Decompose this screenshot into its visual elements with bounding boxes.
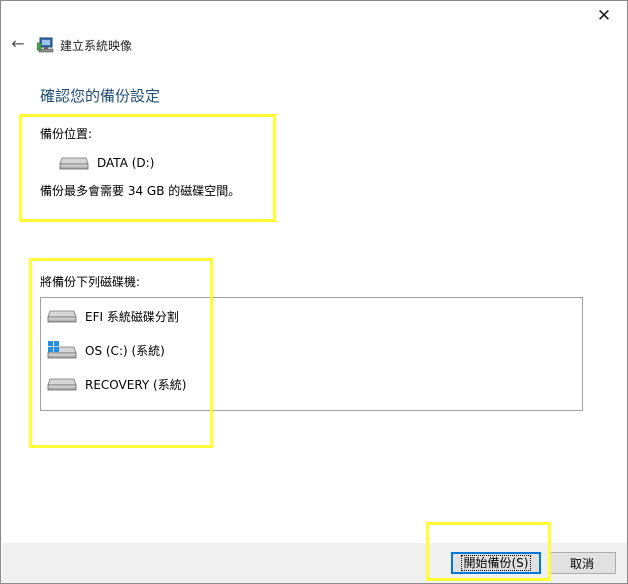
window-title: 建立系統映像 [60, 39, 133, 53]
highlight-backup-location [19, 114, 276, 222]
close-icon: ✕ [596, 6, 612, 26]
system-image-icon [37, 37, 54, 53]
back-button[interactable]: ← [9, 35, 27, 53]
close-button[interactable]: ✕ [581, 1, 627, 31]
back-arrow-icon: ← [11, 34, 25, 53]
cancel-button[interactable]: 取消 [548, 552, 616, 574]
highlight-start-button [426, 522, 551, 581]
highlight-drives-list [29, 258, 213, 448]
create-system-image-window: ✕ ← 建立系統映像 確認您的備份設定 備份位置: DATA (D:) 備份最多… [0, 0, 628, 584]
page-heading: 確認您的備份設定 [40, 87, 161, 105]
cancel-button-label: 取消 [569, 556, 594, 571]
navigation-bar: ← 建立系統映像 [1, 33, 301, 59]
